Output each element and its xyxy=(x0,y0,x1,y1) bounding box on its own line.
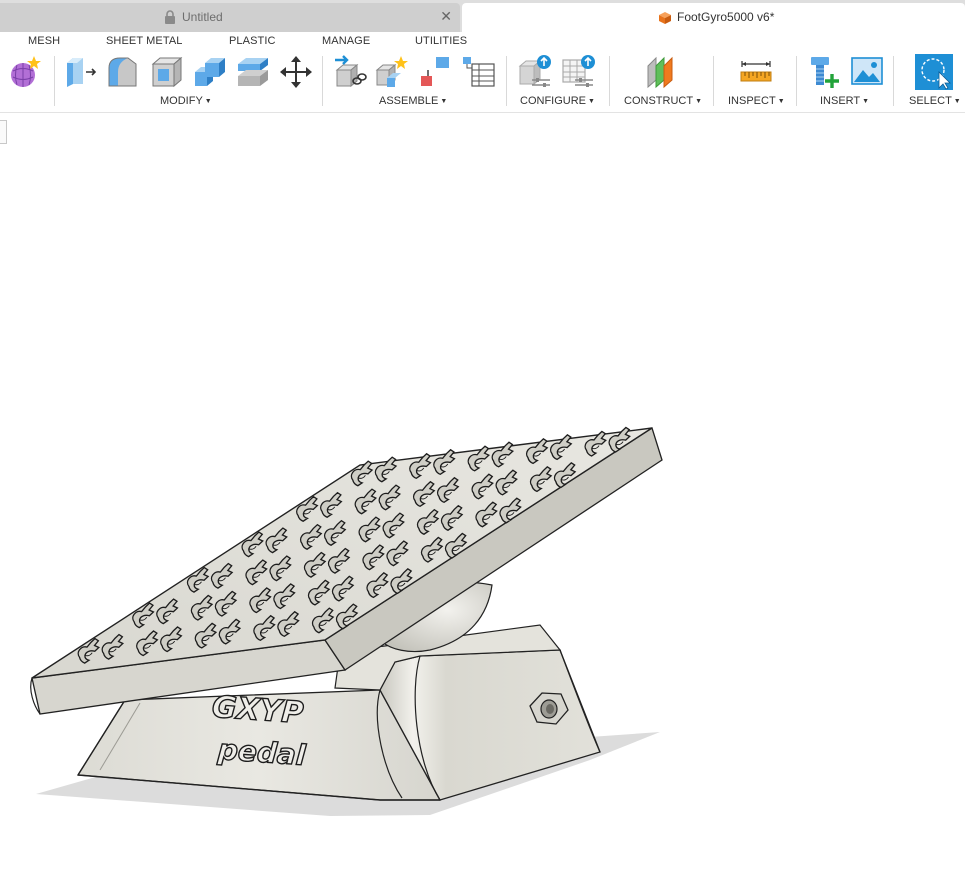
document-tab-bar: Untitled ✕ FootGyro5000 v6* xyxy=(0,0,965,32)
fillet-icon xyxy=(108,57,137,87)
menu-tab-manage[interactable]: MANAGE xyxy=(322,35,370,47)
shell-button[interactable] xyxy=(150,54,184,90)
create-form-button[interactable] xyxy=(8,54,42,90)
insert-canvas-button[interactable] xyxy=(850,54,884,90)
toolbar-ribbon: MESH SHEET METAL PLASTIC MANAGE UTILITIE… xyxy=(0,32,965,113)
select-cursor-icon xyxy=(915,54,953,90)
bom-table-icon xyxy=(463,57,495,87)
inspect-menu[interactable]: INSPECT ▼ xyxy=(728,95,785,107)
bill-of-materials-button[interactable] xyxy=(462,54,496,90)
ruler-icon xyxy=(740,61,772,82)
configure-design-button[interactable] xyxy=(518,54,552,90)
separator xyxy=(796,56,797,106)
press-pull-button[interactable] xyxy=(64,54,98,90)
modify-menu[interactable]: MODIFY ▼ xyxy=(160,95,212,107)
component-link-icon xyxy=(335,55,367,88)
tab-footgyro5000[interactable]: FootGyro5000 v6* xyxy=(462,3,965,32)
separator xyxy=(54,56,55,106)
as-built-joint-button[interactable] xyxy=(418,54,452,90)
bolt-insert-icon xyxy=(811,57,839,88)
move-copy-button[interactable] xyxy=(279,54,313,90)
configuration-table-button[interactable] xyxy=(561,54,595,90)
menu-tab-mesh[interactable]: MESH xyxy=(28,35,60,47)
separator xyxy=(609,56,610,106)
select-menu[interactable]: SELECT ▼ xyxy=(909,95,961,107)
form-sphere-icon xyxy=(11,56,41,87)
select-button[interactable] xyxy=(915,54,953,90)
3d-viewport[interactable]: GXYP pedal xyxy=(0,113,965,878)
insert-menu[interactable]: INSERT ▼ xyxy=(820,95,869,107)
tab-label: Untitled xyxy=(182,10,223,24)
pedal-model[interactable]: GXYP pedal xyxy=(0,113,965,878)
menu-tab-plastic[interactable]: PLASTIC xyxy=(229,35,276,47)
menu-tab-sheet-metal[interactable]: SHEET METAL xyxy=(106,35,183,47)
logo-text-line1: GXYP xyxy=(211,690,305,731)
separator xyxy=(322,56,323,106)
new-component-button[interactable] xyxy=(333,54,367,90)
construct-menu[interactable]: CONSTRUCT ▼ xyxy=(624,95,702,107)
separator xyxy=(713,56,714,106)
component-new-icon xyxy=(375,56,408,87)
construction-plane-icon xyxy=(647,56,673,89)
close-tab-icon[interactable]: ✕ xyxy=(440,8,452,25)
combine-icon xyxy=(195,58,225,86)
menu-tab-utilities[interactable]: UTILITIES xyxy=(415,35,467,47)
separator xyxy=(893,56,894,106)
combine-button[interactable] xyxy=(193,54,227,90)
tab-untitled[interactable]: Untitled ✕ xyxy=(0,3,460,32)
offset-face-button[interactable] xyxy=(236,54,270,90)
press-pull-icon xyxy=(67,58,97,87)
measure-button[interactable] xyxy=(739,54,773,90)
offset-face-icon xyxy=(238,58,268,86)
config-table-icon xyxy=(562,55,595,87)
logo-text-line2: pedal xyxy=(216,733,307,772)
joint-button[interactable] xyxy=(375,54,409,90)
tab-label: FootGyro5000 v6* xyxy=(677,10,775,24)
image-canvas-icon xyxy=(851,57,883,85)
shell-icon xyxy=(151,56,183,88)
assemble-menu[interactable]: ASSEMBLE ▼ xyxy=(379,95,447,107)
insert-mcmaster-button[interactable] xyxy=(808,54,842,90)
offset-plane-button[interactable] xyxy=(645,54,679,90)
joint-origin-icon xyxy=(421,57,449,86)
lock-icon xyxy=(165,10,175,24)
configure-icon xyxy=(518,55,551,87)
design-cube-icon xyxy=(659,12,671,24)
move-arrows-icon xyxy=(280,56,312,88)
configure-menu[interactable]: CONFIGURE ▼ xyxy=(520,95,595,107)
fillet-button[interactable] xyxy=(106,54,140,90)
separator xyxy=(506,56,507,106)
